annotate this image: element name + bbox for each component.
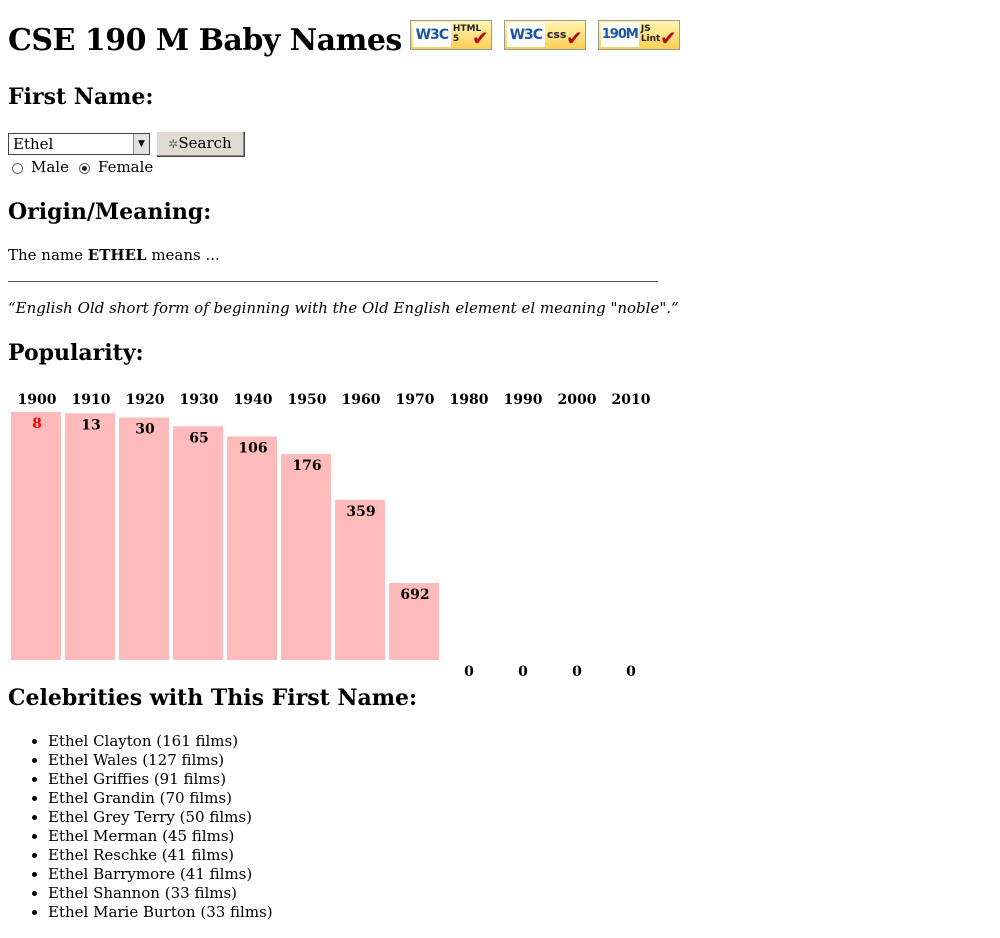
year-label: 1980 <box>450 392 489 408</box>
w3c-css-badge[interactable]: W3C css ✔ <box>503 20 586 50</box>
page-title: CSE 190 M Baby Names <box>8 22 402 58</box>
celebrity-item: Ethel Grandin (70 films) <box>48 789 273 808</box>
year-label: 1970 <box>396 392 435 408</box>
badge-left-text: W3C <box>506 23 545 47</box>
popularity-bar <box>11 412 61 660</box>
title-row: CSE 190 M Baby Names W3C HTML 5 ✔ W3C cs… <box>8 0 988 80</box>
year-label: 1940 <box>234 392 273 408</box>
popularity-heading: Popularity: <box>8 340 144 366</box>
badge-right-top: JS <box>640 24 651 34</box>
name-select-value: Ethel <box>13 134 54 153</box>
rank-label: 692 <box>400 587 429 603</box>
rank-label: 8 <box>32 416 42 432</box>
meaning-intro: The name ETHEL means ... <box>8 246 220 264</box>
meaning-quote: “English Old short form of beginning wit… <box>8 299 679 317</box>
celebrity-item: Ethel Merman (45 films) <box>48 827 273 846</box>
rank-label: 176 <box>292 458 321 474</box>
celebrity-item: Ethel Shannon (33 films) <box>48 884 273 903</box>
badge-left-text: 190M <box>600 23 639 47</box>
badge-right-text: JS Lint <box>641 24 661 44</box>
celebrities-heading: Celebrities with This First Name: <box>8 685 418 711</box>
rank-label: 0 <box>464 664 474 680</box>
year-label: 2000 <box>558 392 597 408</box>
badge-right-bottom: Lint <box>640 34 661 44</box>
popularity-bar <box>227 436 277 660</box>
name-select[interactable]: Ethel ▼ <box>8 132 150 155</box>
badge-right-bottom: 5 <box>452 34 460 44</box>
male-label[interactable]: Male <box>31 158 69 176</box>
year-label: 1990 <box>504 392 543 408</box>
celebrity-list: Ethel Clayton (161 films)Ethel Wales (12… <box>28 732 273 922</box>
year-label: 1960 <box>342 392 381 408</box>
rank-label: 13 <box>81 417 100 433</box>
search-button-label: Search <box>178 134 232 152</box>
checkmark-icon: ✔ <box>660 26 677 50</box>
name-controls: Ethel ▼ ✲Search <box>8 131 244 156</box>
rank-label: 65 <box>189 430 208 446</box>
jslint-badge[interactable]: 190M JS Lint ✔ <box>597 20 680 50</box>
celebrity-item: Ethel Grey Terry (50 films) <box>48 808 273 827</box>
female-label[interactable]: Female <box>98 158 153 176</box>
meaning-name: ETHEL <box>87 246 147 264</box>
popularity-bar <box>119 417 169 660</box>
checkmark-icon: ✔ <box>566 26 583 50</box>
celebrity-item: Ethel Griffies (91 films) <box>48 770 273 789</box>
divider <box>8 281 658 282</box>
validator-badges: W3C HTML 5 ✔ W3C css ✔ 190M JS Lint ✔ <box>409 20 692 50</box>
search-button[interactable]: ✲Search <box>156 131 244 156</box>
gender-radio-group: Male Female <box>12 158 163 176</box>
celebrity-item: Ethel Barrymore (41 films) <box>48 865 273 884</box>
badge-left-text: W3C <box>412 23 451 47</box>
year-label: 1950 <box>288 392 327 408</box>
meaning-prefix: The name <box>8 246 84 264</box>
badge-right-text: css <box>546 28 567 41</box>
celebrity-item: Ethel Marie Burton (33 films) <box>48 903 273 922</box>
popularity-bar <box>281 454 331 660</box>
first-name-heading: First Name: <box>8 84 154 110</box>
meaning-suffix: means ... <box>151 246 220 264</box>
rank-label: 0 <box>518 664 528 680</box>
popularity-bar <box>65 413 115 660</box>
rank-label: 0 <box>626 664 636 680</box>
celebrity-item: Ethel Reschke (41 films) <box>48 846 273 865</box>
popularity-bar <box>173 426 223 660</box>
chevron-down-icon[interactable]: ▼ <box>133 133 149 154</box>
rank-label: 0 <box>572 664 582 680</box>
male-radio[interactable] <box>12 162 23 174</box>
year-label: 1920 <box>126 392 165 408</box>
popularity-bar <box>335 499 385 660</box>
year-label: 1910 <box>72 392 111 408</box>
year-label: 1900 <box>18 392 57 408</box>
baby-icon: ✲ <box>168 137 179 151</box>
badge-right-top: css <box>546 28 567 41</box>
celebrity-item: Ethel Wales (127 films) <box>48 751 273 770</box>
rank-label: 30 <box>135 422 155 438</box>
year-label: 2010 <box>612 392 651 408</box>
rank-label: 359 <box>346 504 375 520</box>
celebrity-item: Ethel Clayton (161 films) <box>48 732 273 751</box>
checkmark-icon: ✔ <box>472 26 489 50</box>
rank-label: 106 <box>238 441 267 457</box>
popularity-chart: 1900 8 1910 13 1920 30 1930 65 1940 106 1950 176 196… <box>11 392 651 680</box>
w3c-html5-badge[interactable]: W3C HTML 5 ✔ <box>409 20 492 50</box>
female-radio[interactable] <box>78 162 90 174</box>
year-label: 1930 <box>180 392 219 408</box>
origin-heading: Origin/Meaning: <box>8 199 212 225</box>
